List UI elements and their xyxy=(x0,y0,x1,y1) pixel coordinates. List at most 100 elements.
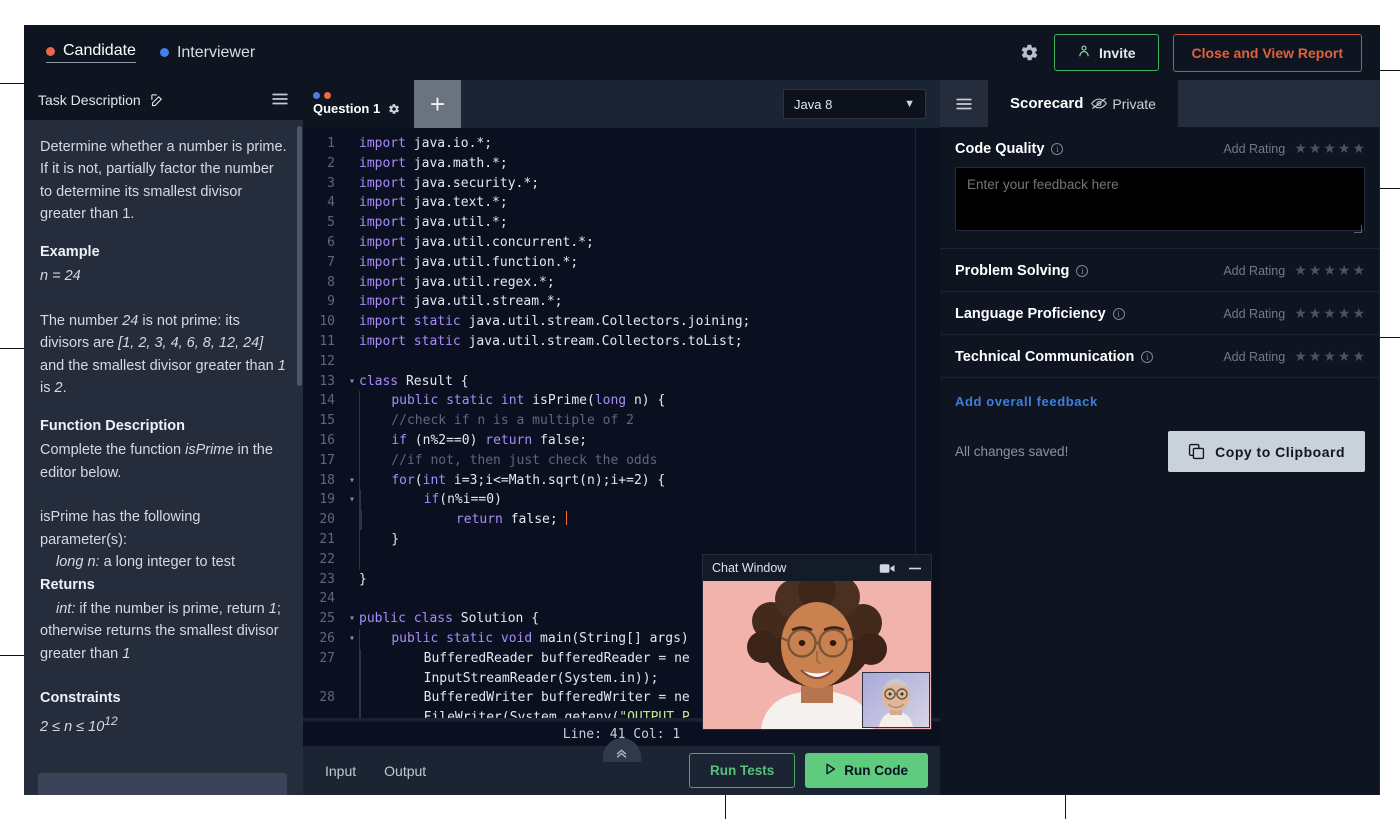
star-icon[interactable]: ★ xyxy=(1352,348,1365,365)
star-icon[interactable]: ★ xyxy=(1294,305,1307,322)
p2-a: The number xyxy=(40,313,122,329)
role-tab-interviewer[interactable]: Interviewer xyxy=(160,44,255,62)
code-token: java.math.*; xyxy=(406,156,508,171)
code-line: 6import java.util.concurrent.*; xyxy=(303,233,940,253)
star-icon[interactable]: ★ xyxy=(1338,140,1351,157)
run-code-button[interactable]: Run Code xyxy=(805,753,928,788)
task-paragraph-intro: Determine whether a number is prime. If … xyxy=(40,136,287,226)
star-rating[interactable]: ★★★★★ xyxy=(1294,262,1365,279)
gear-icon[interactable] xyxy=(1020,43,1040,63)
star-rating[interactable]: ★★★★★ xyxy=(1294,140,1365,157)
info-icon[interactable]: i xyxy=(1076,265,1088,277)
video-camera-icon[interactable] xyxy=(879,562,896,575)
annotation-line xyxy=(0,348,25,349)
line-number: 24 xyxy=(303,589,345,609)
tab-input[interactable]: Input xyxy=(325,763,356,779)
fold-spacer xyxy=(345,431,359,451)
code-line: 4import java.text.*; xyxy=(303,193,940,213)
code-token: for xyxy=(391,473,414,488)
star-icon[interactable]: ★ xyxy=(1352,262,1365,279)
role-tab-candidate[interactable]: Candidate xyxy=(46,42,136,63)
code-line: 19▾ if(n%i==0) xyxy=(303,490,940,510)
code-token xyxy=(360,393,391,408)
star-icon[interactable]: ★ xyxy=(1309,305,1322,322)
task-panel-scrollbar[interactable] xyxy=(297,126,302,386)
annotation-line xyxy=(0,655,25,656)
star-icon[interactable]: ★ xyxy=(1323,140,1336,157)
scorecard-criteria-list: Code QualityiAdd Rating★★★★★Problem Solv… xyxy=(940,127,1380,378)
code-token: import xyxy=(359,294,406,309)
param-name: long n: xyxy=(56,554,100,570)
code-token: import xyxy=(359,136,406,151)
star-icon[interactable]: ★ xyxy=(1323,348,1336,365)
code-text: //if not, then just check the odds xyxy=(360,451,657,471)
code-text: import static java.util.stream.Collector… xyxy=(359,332,743,352)
line-number: 2 xyxy=(303,154,345,174)
info-icon[interactable]: i xyxy=(1113,308,1125,320)
star-icon[interactable]: ★ xyxy=(1309,262,1322,279)
scorecard-privacy: Private xyxy=(1091,96,1156,112)
chat-self-view-thumbnail[interactable] xyxy=(863,673,929,727)
star-icon[interactable]: ★ xyxy=(1352,305,1365,322)
star-rating[interactable]: ★★★★★ xyxy=(1294,305,1365,322)
code-token xyxy=(361,492,424,507)
criterion-label: Code Quality xyxy=(955,141,1044,157)
fold-chevron-icon[interactable]: ▾ xyxy=(345,490,359,510)
scorecard-menu-icon[interactable] xyxy=(940,80,988,127)
line-number xyxy=(303,669,345,689)
tab-question-1[interactable]: Question 1 xyxy=(303,80,414,128)
code-token: public static int xyxy=(391,393,524,408)
fold-chevron-icon[interactable]: ▾ xyxy=(345,372,359,392)
star-icon[interactable]: ★ xyxy=(1352,140,1365,157)
fold-chevron-icon[interactable]: ▾ xyxy=(345,609,359,629)
close-and-view-report-button[interactable]: Close and View Report xyxy=(1173,34,1362,72)
star-icon[interactable]: ★ xyxy=(1294,140,1307,157)
star-icon[interactable]: ★ xyxy=(1323,305,1336,322)
fold-chevron-icon[interactable]: ▾ xyxy=(345,629,359,649)
star-icon[interactable]: ★ xyxy=(1294,348,1307,365)
editor-tab-bar: Question 1 + Java 8 ▼ xyxy=(303,80,940,128)
fold-spacer xyxy=(345,253,359,273)
info-icon[interactable]: i xyxy=(1051,143,1063,155)
star-icon[interactable]: ★ xyxy=(1338,305,1351,322)
task-panel-menu-icon[interactable] xyxy=(271,91,289,109)
language-select[interactable]: Java 8 ▼ xyxy=(783,89,926,119)
annotation-line xyxy=(0,83,25,84)
invite-button[interactable]: Invite xyxy=(1054,34,1159,71)
star-icon[interactable]: ★ xyxy=(1338,262,1351,279)
star-icon[interactable]: ★ xyxy=(1338,348,1351,365)
code-token: import xyxy=(359,275,406,290)
code-token xyxy=(362,512,456,527)
code-token xyxy=(360,631,391,646)
chat-window-title: Chat Window xyxy=(712,561,786,575)
line-number: 11 xyxy=(303,332,345,352)
question-settings-gear-icon[interactable] xyxy=(388,103,400,115)
star-icon[interactable]: ★ xyxy=(1323,262,1336,279)
scorecard-header: Scorecard Private xyxy=(940,80,1380,127)
code-line: 21 } xyxy=(303,530,940,550)
fold-chevron-icon[interactable]: ▾ xyxy=(345,471,359,491)
run-tests-button[interactable]: Run Tests xyxy=(689,753,795,788)
add-overall-feedback-link[interactable]: Add overall feedback xyxy=(940,378,1380,409)
returns-type: int: xyxy=(40,601,75,617)
tab-scorecard[interactable]: Scorecard Private xyxy=(988,80,1178,127)
line-number: 19 xyxy=(303,490,345,510)
criterion-feedback-input[interactable] xyxy=(955,167,1365,231)
copy-to-clipboard-button[interactable]: Copy to Clipboard xyxy=(1168,431,1365,472)
code-token: n) { xyxy=(626,393,665,408)
code-token: BufferedWriter bufferedWriter = ne xyxy=(361,690,690,705)
edit-pencil-icon[interactable] xyxy=(150,93,165,108)
chat-window[interactable]: Chat Window xyxy=(703,555,931,729)
star-icon[interactable]: ★ xyxy=(1294,262,1307,279)
line-number: 1 xyxy=(303,134,345,154)
star-icon[interactable]: ★ xyxy=(1309,348,1322,365)
star-rating[interactable]: ★★★★★ xyxy=(1294,348,1365,365)
star-icon[interactable]: ★ xyxy=(1309,140,1322,157)
fold-spacer xyxy=(345,411,359,431)
add-question-tab-button[interactable]: + xyxy=(414,80,461,128)
info-icon[interactable]: i xyxy=(1141,351,1153,363)
tab-output[interactable]: Output xyxy=(384,763,426,779)
params-intro: isPrime has the following parameter(s): xyxy=(40,506,287,551)
task-description-title: Task Description xyxy=(38,92,141,108)
minimize-icon[interactable] xyxy=(908,567,922,570)
